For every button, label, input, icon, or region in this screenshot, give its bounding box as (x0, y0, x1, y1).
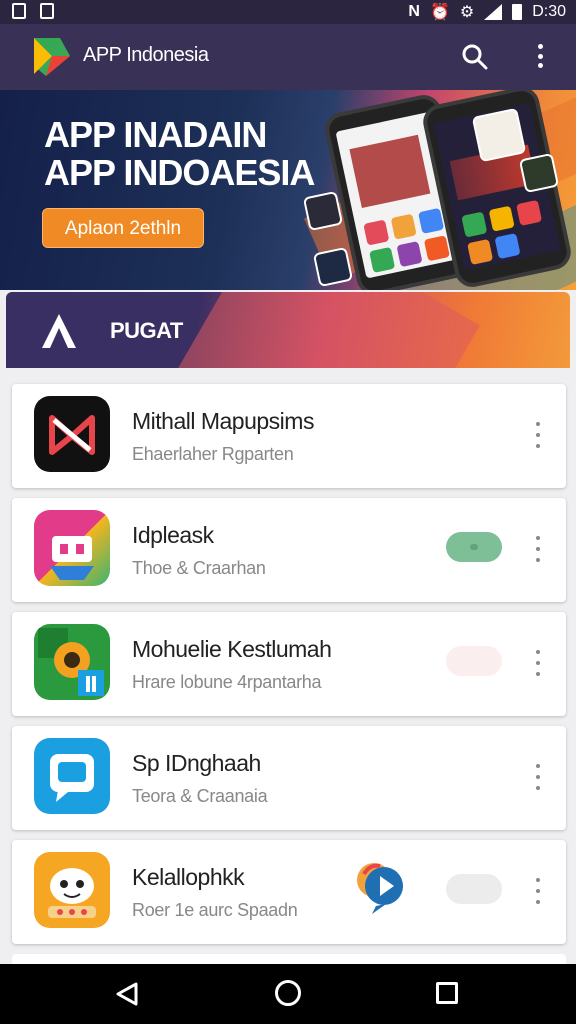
download-icon (12, 3, 26, 19)
battery-icon (512, 4, 523, 20)
banner-title: APP INADAIN APP INDOAESIA (44, 114, 315, 193)
floating-thumb (518, 152, 560, 194)
chat-bubble-icon (34, 738, 110, 814)
a-logo-icon (42, 314, 76, 348)
install-toggle[interactable] (446, 646, 502, 676)
list-item[interactable]: Idpleask Thoe & Craarhan (12, 498, 566, 602)
home-icon[interactable] (275, 980, 301, 1006)
signal-icon (484, 4, 503, 20)
app-title: APP Indonesia (83, 44, 209, 66)
floating-thumb (312, 246, 354, 288)
system-nav-bar (0, 964, 576, 1024)
more-vert-icon[interactable] (532, 646, 544, 680)
install-toggle[interactable] (446, 532, 502, 562)
banner-button[interactable]: Aplaon 2ethln (42, 208, 204, 248)
app-subtitle: Hrare lobune 4rpantarha (132, 672, 322, 692)
app-name: Kelallophkk (132, 864, 245, 890)
notification-icon (40, 3, 54, 19)
more-vert-icon[interactable] (532, 874, 544, 908)
app-name: Mithall Mapupsims (132, 408, 314, 434)
app-name: Idpleask (132, 522, 214, 548)
sync-icon: ⚙ (459, 4, 475, 21)
recents-icon[interactable] (436, 982, 458, 1004)
banner-title-line2: APP INDOAESIA (44, 152, 315, 193)
category-header[interactable]: PUGAT (6, 292, 570, 368)
more-vert-icon[interactable] (532, 418, 544, 452)
back-icon[interactable] (114, 980, 142, 1008)
status-bar: N ⏰ ⚙ D:30 (0, 0, 576, 24)
list-item[interactable]: Sp IDnghaah Teora & Craanaia (12, 726, 566, 830)
store-logo-icon[interactable] (30, 36, 72, 78)
install-toggle[interactable] (446, 874, 502, 904)
list-item[interactable]: Mohuelie Kestlumah Hrare lobune 4rpantar… (12, 612, 566, 716)
floating-thumb (302, 190, 344, 232)
banner-title-line1: APP INADAIN (44, 114, 267, 155)
nfc-icon: N (408, 3, 420, 20)
more-vert-icon[interactable] (532, 760, 544, 794)
category-title: PUGAT (110, 318, 183, 343)
more-vert-icon[interactable] (532, 532, 544, 566)
floating-thumb (471, 107, 527, 163)
robot-face-icon (34, 852, 110, 928)
more-vert-icon[interactable] (528, 42, 552, 70)
status-time: D:30 (532, 3, 566, 20)
map-photo-icon (34, 624, 110, 700)
video-chat-badge-icon (357, 863, 403, 914)
app-subtitle: Ehaerlaher Rgparten (132, 444, 294, 464)
app-name: Sp IDnghaah (132, 750, 261, 776)
store-bag-icon (34, 510, 110, 586)
search-icon[interactable] (462, 44, 488, 70)
list-item[interactable]: Kelallophkk Roer 1e aurc Spaadn (12, 840, 566, 944)
promo-banner[interactable]: APP INADAIN APP INDOAESIA Aplaon 2ethln (0, 90, 576, 290)
list-item[interactable]: Mithall Mapupsims Ehaerlaher Rgparten (12, 384, 566, 488)
x-logo-icon (34, 396, 110, 472)
app-name: Mohuelie Kestlumah (132, 636, 332, 662)
app-subtitle: Roer 1e aurc Spaadn (132, 900, 298, 920)
app-subtitle: Teora & Craanaia (132, 786, 268, 806)
alarm-icon: ⏰ (429, 4, 450, 21)
app-subtitle: Thoe & Craarhan (132, 558, 266, 578)
app-bar: APP Indonesia (0, 24, 576, 90)
